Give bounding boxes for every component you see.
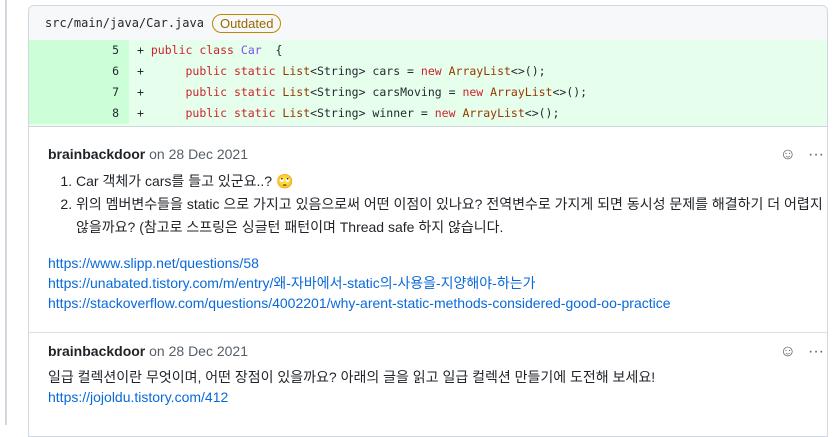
outdated-badge: Outdated [211,13,282,33]
emoji-reaction-icon[interactable]: ☺ [780,146,796,164]
code-token: public static [185,106,283,120]
comment-list: Car 객체가 cars를 들고 있군요..? 🙄 위의 멤버변수들을 stat… [48,170,824,239]
code-line: + public static List<String> winner = ne… [129,103,827,124]
diff-line: 6 + public static List<String> cars = new… [29,61,827,82]
code-token: { [261,43,283,57]
list-item: Car 객체가 cars를 들고 있군요..? 🙄 [76,170,824,193]
code-token: ArrayList [490,85,553,99]
code-token: <>(); [510,64,546,78]
code-token: public class [150,43,241,57]
comment-body: 일급 컬렉션이란 무엇이며, 어떤 장점이 있을까요? 아래의 글을 읽고 일급… [48,369,656,385]
comment-date[interactable]: on 28 Dec 2021 [149,343,248,359]
line-number[interactable]: 6 [29,61,129,82]
diff-view: 5 + public class Car {6 + public static Li… [29,40,827,124]
code-token: <>(); [552,85,588,99]
comment: brainbackdoor on 28 Dec 2021 ☺ ··· 일급 컬렉션… [48,343,824,407]
code-token: public static [185,85,283,99]
code-token: new [420,64,449,78]
diff-line: 8 + public static List<String> winner = n… [29,103,827,124]
link[interactable]: https://jojoldu.tistory.com/412 [48,387,824,407]
diff-line: 7 + public static List<String> carsMoving… [29,82,827,103]
diff-line: 5 + public class Car { [29,40,827,61]
code-token: <String> winner = [310,106,435,120]
link[interactable]: https://stackoverflow.com/questions/4002… [48,293,824,313]
comment-date[interactable]: on 28 Dec 2021 [149,146,248,162]
line-number[interactable]: 7 [29,82,129,103]
file-header: src/main/java/Car.java Outdated [29,6,827,40]
code-token: public static [185,64,283,78]
diff-sign: + [137,85,144,99]
code-token: new [434,106,463,120]
code-line: + public class Car { [129,40,827,61]
line-number[interactable]: 8 [29,103,129,124]
comment-author[interactable]: brainbackdoor [48,146,145,162]
line-number[interactable]: 5 [29,40,129,61]
code-token: ArrayList [462,106,525,120]
file-path[interactable]: src/main/java/Car.java [45,16,204,30]
code-token: new [462,85,491,99]
timeline-line [5,0,7,425]
code-line: + public static List<String> carsMoving … [129,82,827,103]
code-token: List [282,64,311,78]
comment-author[interactable]: brainbackdoor [48,343,145,359]
diff-sign: + [137,64,144,78]
code-token: ArrayList [448,64,511,78]
code-token: List [282,85,311,99]
code-line: + public static List<String> cars = new … [129,61,827,82]
code-token: <String> carsMoving = [310,85,463,99]
diff-sign: + [137,43,144,57]
code-token: Car [240,43,262,57]
more-options-icon[interactable]: ··· [808,146,824,164]
link[interactable]: https://unabated.tistory.com/m/entry/왜-자… [48,273,824,293]
diff-sign: + [137,106,144,120]
more-options-icon[interactable]: ··· [808,343,824,361]
emoji-reaction-icon[interactable]: ☺ [780,343,796,361]
link[interactable]: https://www.slipp.net/questions/58 [48,253,824,273]
list-item: 위의 멤버변수들을 static 으로 가지고 있음으로써 어떤 이점이 있나요… [76,193,824,239]
comment: brainbackdoor on 28 Dec 2021 ☺ ··· Car 객체… [48,146,824,313]
code-token: <String> cars = [310,64,421,78]
code-token: List [282,106,311,120]
code-token: <>(); [524,106,560,120]
